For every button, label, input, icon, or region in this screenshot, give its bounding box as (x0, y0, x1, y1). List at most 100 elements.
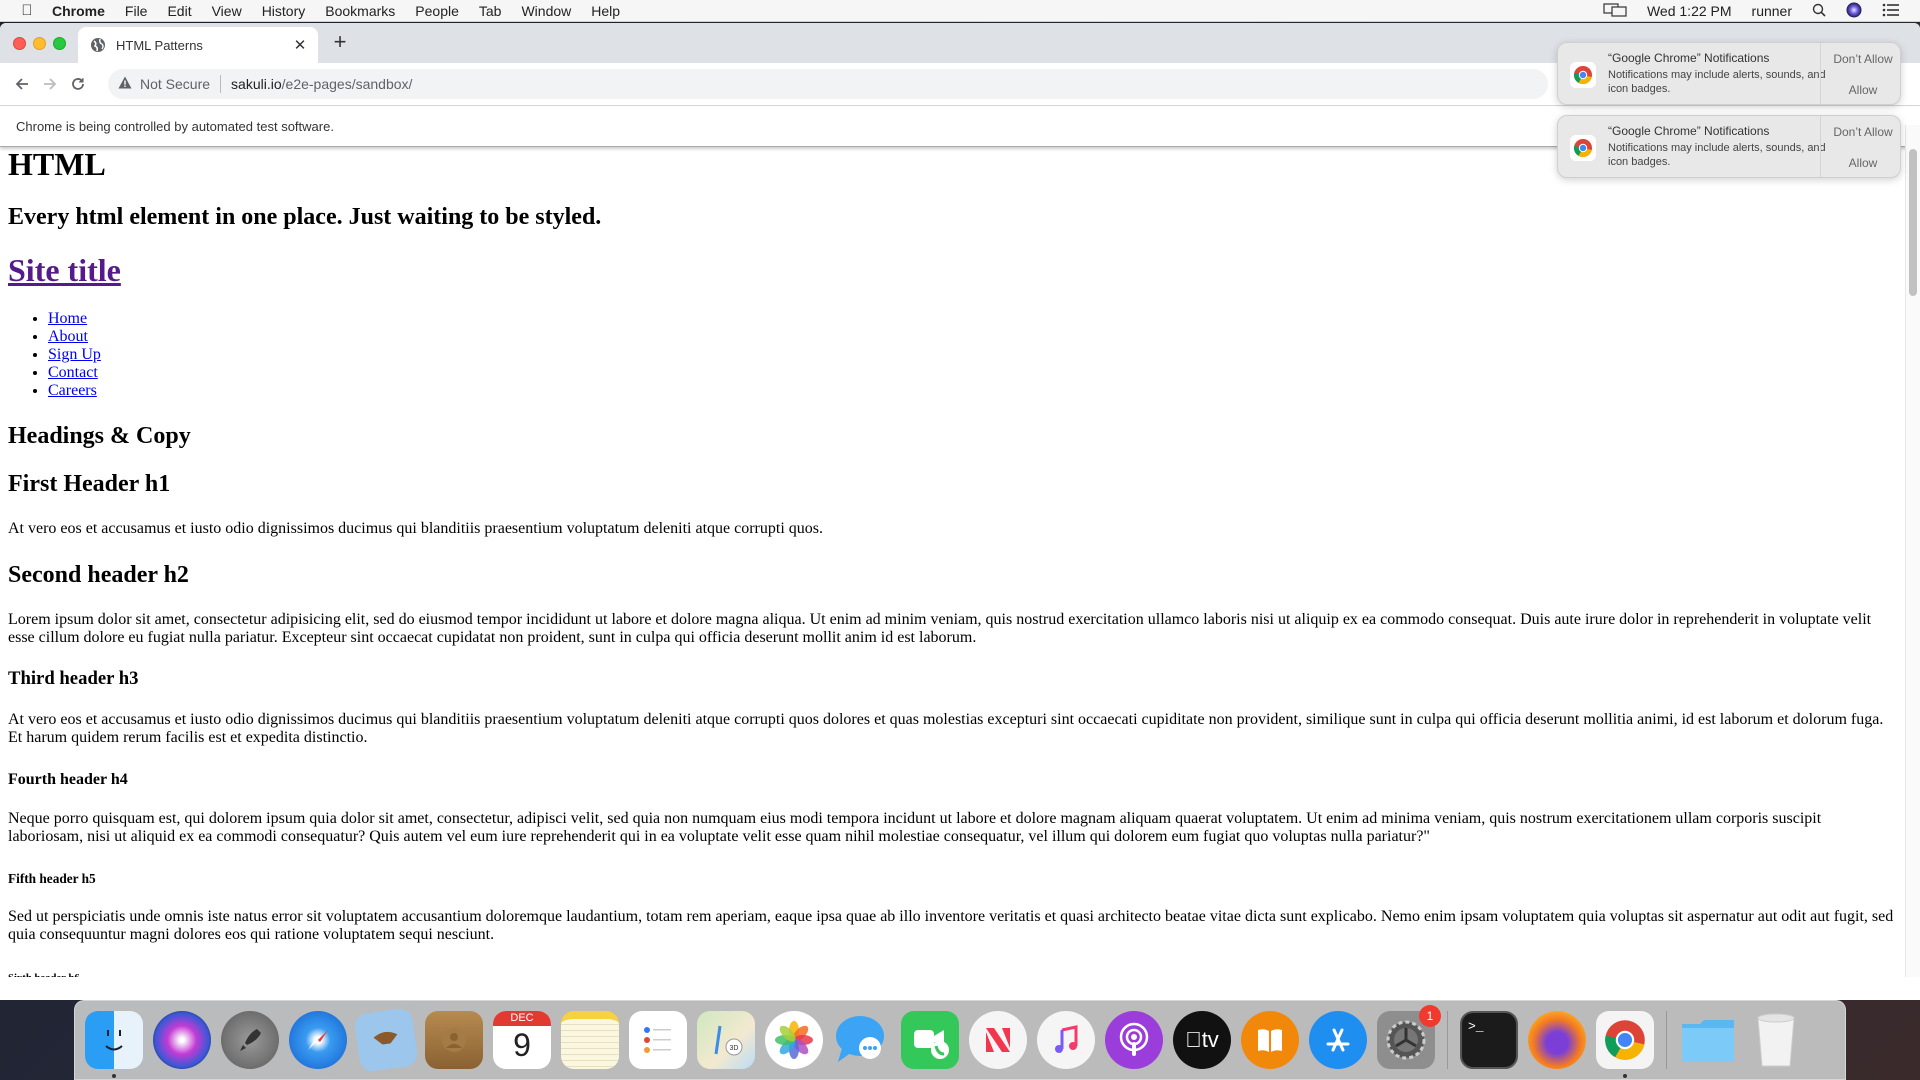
close-window-button[interactable] (13, 37, 26, 50)
page-subtitle: Every html element in one place. Just wa… (8, 204, 602, 230)
menu-bar:  Chrome File Edit View History Bookmark… (0, 0, 1920, 22)
menu-help[interactable]: Help (591, 3, 620, 19)
dock-safari-icon[interactable] (289, 1011, 347, 1069)
nav-item: Sign Up (48, 346, 1897, 364)
dock-maps-icon[interactable]: 3D (697, 1011, 755, 1069)
dock-system-preferences-icon[interactable]: 1 (1377, 1005, 1441, 1069)
siri-icon[interactable] (1846, 2, 1862, 21)
warning-triangle-icon[interactable] (118, 76, 132, 92)
site-title: Site title (8, 251, 1897, 289)
back-arrow-icon[interactable] (8, 70, 36, 98)
tv-label: tv (1185, 1027, 1219, 1052)
dock-photos-icon[interactable] (765, 1011, 823, 1069)
dock-reminders-icon[interactable] (629, 1011, 687, 1069)
running-indicator (112, 1074, 116, 1078)
header-h3: Third header h3 (8, 668, 139, 689)
notification-banner[interactable]: “Google Chrome” Notifications Notificati… (1557, 42, 1901, 105)
nav-link-about[interactable]: About (48, 328, 88, 345)
menu-user[interactable]: runner (1752, 3, 1792, 19)
dock-music-icon[interactable] (1037, 1011, 1095, 1069)
spotlight-search-icon[interactable] (1812, 3, 1826, 20)
menu-bookmarks[interactable]: Bookmarks (325, 3, 395, 19)
paragraph-3: At vero eos et accusamus et iusto odio d… (8, 711, 1884, 746)
svg-text:3D: 3D (730, 1045, 739, 1052)
terminal-prompt: >_ (1468, 1019, 1484, 1034)
paragraph-1: At vero eos et accusamus et iusto odio d… (8, 520, 823, 537)
new-tab-button[interactable]: + (328, 31, 352, 55)
dock-chrome-icon[interactable] (1596, 1011, 1654, 1078)
menu-edit[interactable]: Edit (167, 3, 191, 19)
dock-contacts-icon[interactable] (425, 1011, 483, 1069)
menu-window[interactable]: Window (521, 3, 571, 19)
nav-link-sign-up[interactable]: Sign Up (48, 346, 101, 363)
notification-center-icon[interactable] (1882, 3, 1900, 20)
nav-link-home[interactable]: Home (48, 310, 87, 327)
minimize-window-button[interactable] (33, 37, 46, 50)
dock-downloads-folder-icon[interactable] (1679, 1011, 1737, 1069)
header-h4: Fourth header h4 (8, 771, 128, 788)
url-path: /e2e-pages/sandbox/ (281, 76, 413, 92)
scrollbar-thumb[interactable] (1909, 149, 1917, 296)
dock-notes-icon[interactable] (561, 1011, 619, 1069)
menu-people[interactable]: People (415, 3, 459, 19)
dock-siri-icon[interactable] (153, 1011, 211, 1069)
paragraph-4: Neque porro quisquam est, qui dolorem ip… (8, 810, 1822, 845)
nav-item: Careers (48, 382, 1897, 400)
dock-messages-icon[interactable] (833, 1011, 891, 1069)
url-host: sakuli.io (231, 76, 282, 92)
site-title-link[interactable]: Site title (8, 252, 121, 288)
display-mirroring-icon[interactable] (1603, 2, 1627, 20)
menu-clock[interactable]: Wed 1:22 PM (1647, 3, 1732, 19)
dock-app-store-icon[interactable] (1309, 1011, 1367, 1069)
dock-books-icon[interactable] (1241, 1011, 1299, 1069)
dock-calendar-icon[interactable]: DEC 9 (493, 1011, 551, 1069)
menu-app-name[interactable]: Chrome (52, 3, 105, 19)
chrome-app-icon (1570, 62, 1596, 88)
address-bar[interactable]: Not Secure sakuli.io /e2e-pages/sandbox/ (108, 69, 1548, 99)
page-scrollbar[interactable] (1905, 125, 1920, 977)
nav-link-careers[interactable]: Careers (48, 382, 97, 399)
dock-finder-icon[interactable] (85, 1011, 143, 1078)
notification-badge: 1 (1419, 1005, 1441, 1027)
menu-history[interactable]: History (262, 3, 306, 19)
close-tab-icon[interactable]: ✕ (292, 36, 308, 54)
tab-title: HTML Patterns (116, 37, 203, 53)
apple-menu-icon[interactable]:  (18, 2, 36, 19)
menu-view[interactable]: View (212, 3, 242, 19)
notification-title: “Google Chrome” Notifications (1608, 124, 1770, 138)
nav-item: Home (48, 310, 1897, 328)
notification-body: Notifications may include alerts, sounds… (1608, 142, 1826, 168)
dock: DEC 9 3D tv 1 >_ (74, 1000, 1846, 1080)
dock-launchpad-icon[interactable] (221, 1011, 279, 1069)
security-label[interactable]: Not Secure (140, 76, 210, 92)
allow-button[interactable]: Allow (1828, 83, 1898, 97)
tab-html-patterns[interactable]: HTML Patterns ✕ (78, 27, 318, 63)
zoom-window-button[interactable] (53, 37, 66, 50)
menu-file[interactable]: File (125, 3, 148, 19)
nav-item: About (48, 328, 1897, 346)
nav-link-contact[interactable]: Contact (48, 364, 98, 381)
omnibox-divider (220, 75, 222, 93)
dock-podcasts-icon[interactable] (1105, 1011, 1163, 1069)
notification-title: “Google Chrome” Notifications (1608, 51, 1770, 65)
allow-button[interactable]: Allow (1828, 156, 1898, 170)
menu-tab[interactable]: Tab (479, 3, 502, 19)
calendar-month: DEC (493, 1011, 551, 1026)
dock-news-icon[interactable] (969, 1011, 1027, 1069)
paragraph-2: Lorem ipsum dolor sit amet, consectetur … (8, 611, 1872, 646)
dock-separator (1447, 1011, 1448, 1069)
dock-mail-icon[interactable] (353, 1007, 419, 1073)
dock-terminal-icon[interactable]: >_ (1460, 1011, 1518, 1069)
dock-firefox-icon[interactable] (1528, 1011, 1586, 1069)
header-h6: Sixth header h6 (8, 972, 1897, 977)
running-indicator (1623, 1074, 1627, 1078)
dont-allow-button[interactable]: Don’t Allow (1828, 125, 1898, 139)
dock-tv-icon[interactable]: tv (1173, 1011, 1231, 1069)
notification-banner[interactable]: “Google Chrome” Notifications Notificati… (1557, 115, 1901, 178)
forward-arrow-icon[interactable] (36, 70, 64, 98)
dock-trash-icon[interactable] (1747, 1011, 1805, 1069)
dont-allow-button[interactable]: Don’t Allow (1828, 52, 1898, 66)
reload-icon[interactable] (64, 70, 92, 98)
globe-icon (90, 37, 106, 53)
dock-facetime-icon[interactable] (901, 1011, 959, 1069)
